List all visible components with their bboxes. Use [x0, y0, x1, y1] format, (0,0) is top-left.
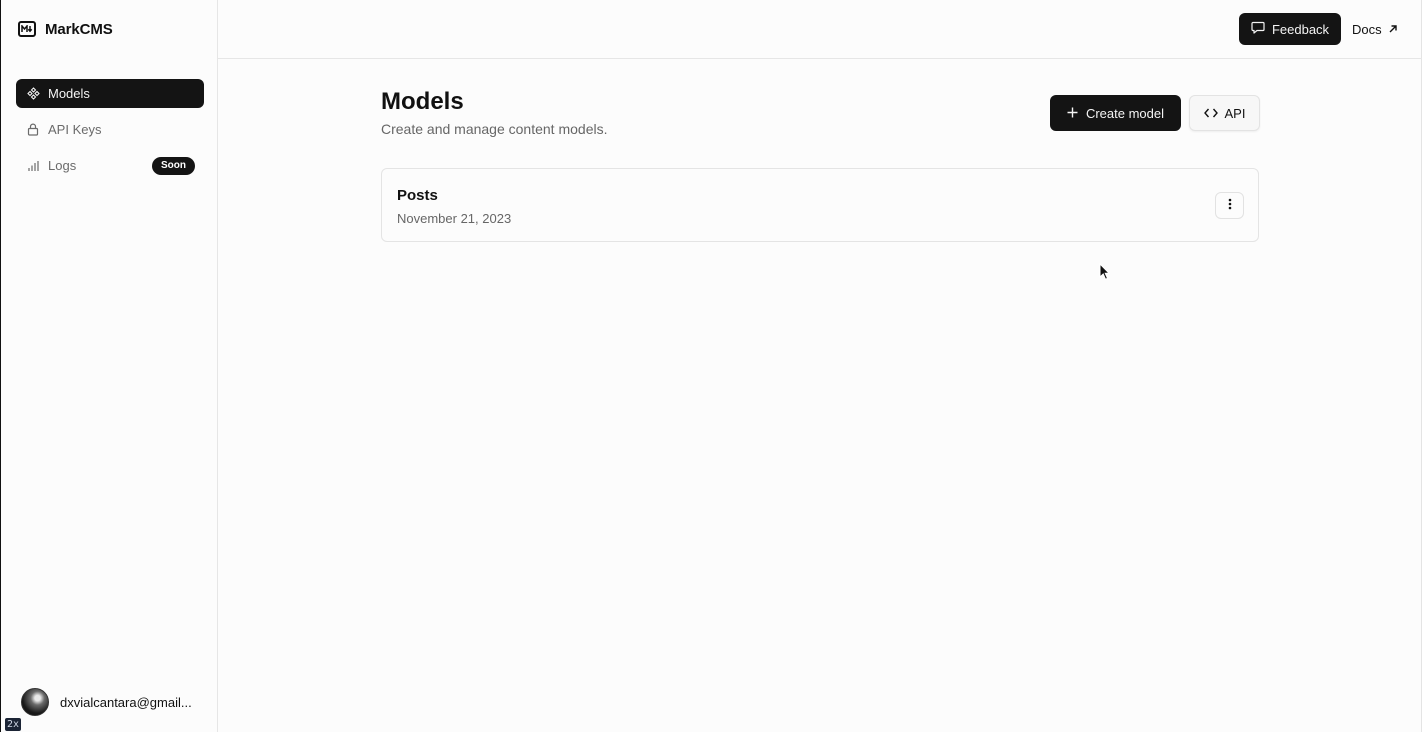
message-icon: [1251, 21, 1265, 37]
feedback-label: Feedback: [1271, 21, 1330, 37]
brand-name: MarkCMS: [45, 20, 113, 38]
create-model-label: Create model: [1085, 105, 1165, 121]
create-model-button[interactable]: Create model: [1050, 95, 1181, 131]
sidebar: MarkCMS Models API Keys Logs Soon dxvial…: [2, 0, 218, 732]
lock-icon: [26, 123, 40, 137]
sidebar-item-models[interactable]: Models: [16, 79, 204, 108]
brand[interactable]: MarkCMS: [18, 18, 113, 40]
model-name: Posts: [397, 187, 438, 204]
markdown-logo-icon: [18, 21, 36, 37]
external-arrow-icon: [1388, 22, 1398, 37]
api-button[interactable]: API: [1189, 95, 1260, 131]
more-vertical-icon: [1228, 197, 1232, 215]
mouse-cursor-icon: [1099, 262, 1111, 286]
sidebar-item-api-keys[interactable]: API Keys: [16, 115, 204, 144]
page-subtitle: Create and manage content models.: [381, 121, 608, 137]
model-card-posts[interactable]: Posts November 21, 2023: [381, 168, 1259, 242]
topbar: Feedback Docs: [218, 0, 1422, 59]
zoom-badge: 2x: [5, 718, 22, 731]
avatar: [21, 688, 49, 716]
user-account[interactable]: dxvialcantara@gmail...: [21, 688, 192, 716]
docs-link[interactable]: Docs: [1352, 19, 1398, 39]
sidebar-item-label: API Keys: [48, 122, 102, 137]
more-options-button[interactable]: [1215, 192, 1244, 219]
model-date: November 21, 2023: [397, 211, 512, 226]
app-window: MarkCMS Models API Keys Logs Soon dxvial…: [0, 0, 1422, 732]
sidebar-item-logs[interactable]: Logs Soon: [16, 151, 204, 180]
soon-badge: Soon: [152, 157, 195, 175]
page-title: Models: [381, 88, 464, 115]
sidebar-nav: Models API Keys Logs Soon: [16, 79, 204, 187]
bar-chart-icon: [26, 159, 40, 173]
main-content: Models Create and manage content models.…: [218, 60, 1422, 732]
api-label: API: [1224, 105, 1246, 121]
plus-icon: [1067, 106, 1078, 121]
code-icon: [1203, 106, 1218, 121]
docs-label: Docs: [1352, 21, 1382, 37]
user-email: dxvialcantara@gmail...: [60, 694, 192, 710]
models-icon: [26, 87, 40, 101]
feedback-button[interactable]: Feedback: [1239, 13, 1341, 45]
sidebar-item-label: Models: [48, 86, 90, 101]
sidebar-item-label: Logs: [48, 158, 77, 173]
